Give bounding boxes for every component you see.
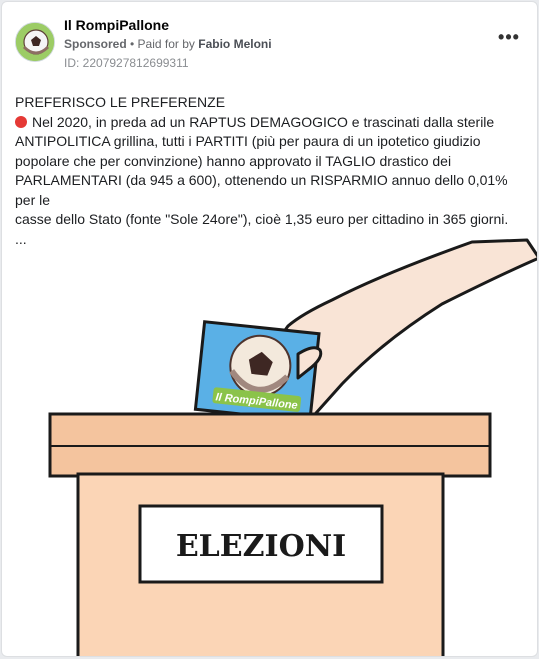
- post-header: Il RompiPallone Sponsored • Paid for by …: [2, 2, 537, 82]
- sponsored-label: Sponsored: [64, 37, 127, 51]
- page-name[interactable]: Il RompiPallone: [64, 17, 169, 33]
- soccer-ball-icon: [16, 23, 54, 61]
- more-options-button[interactable]: •••: [495, 28, 523, 51]
- payer-name: Fabio Meloni: [198, 37, 272, 51]
- paid-for-prefix: Paid for by: [137, 37, 199, 51]
- post-body-line: popolare che per convinzione) hanno appr…: [15, 152, 452, 169]
- post-body-line: PARLAMENTARI (da 945 a 600), ottenendo u…: [15, 172, 508, 208]
- ballot-box-illustration: Il RompiPallone ELEZIONI: [48, 238, 537, 656]
- post-body-line: Nel 2020, in preda ad un RAPTUS DEMAGOGI…: [15, 113, 530, 133]
- sponsored-post-card: Il RompiPallone Sponsored • Paid for by …: [1, 1, 538, 657]
- meta-separator: •: [126, 37, 138, 51]
- sponsorship-line: Sponsored • Paid for by Fabio Meloni: [64, 37, 272, 51]
- more-options-icon: •••: [498, 27, 520, 47]
- post-body-line: casse dello Stato (fonte "Sole 24ore"), …: [15, 211, 509, 227]
- red-circle-icon: [15, 115, 27, 128]
- ballot-box-label: ELEZIONI: [176, 529, 346, 564]
- post-headline: PREFERISCO LE PREFERENZE: [15, 94, 226, 110]
- post-body-line: ANTIPOLITICA grillina, tutti i PARTITI (…: [15, 133, 481, 149]
- post-image[interactable]: Il RompiPallone ELEZIONI: [2, 234, 537, 656]
- page-avatar[interactable]: [15, 22, 55, 62]
- ad-id: ID: 2207927812699311: [64, 56, 189, 70]
- post-text: PREFERISCO LE PREFERENZE Nel 2020, in pr…: [15, 93, 530, 249]
